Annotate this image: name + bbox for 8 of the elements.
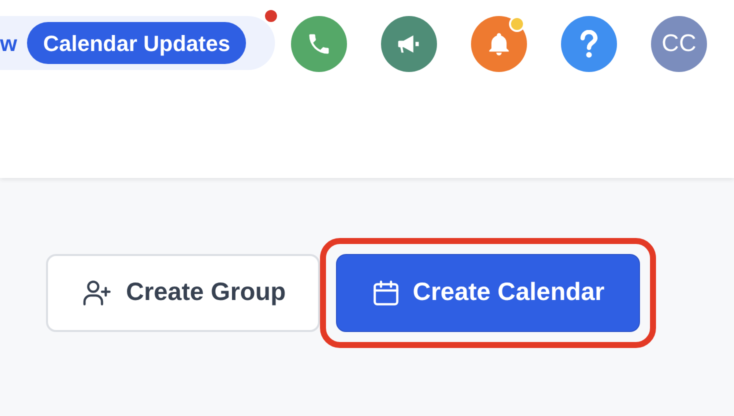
avatar-button[interactable]: CC: [651, 16, 707, 72]
announcement-pill[interactable]: w Calendar Updates: [0, 16, 275, 70]
calendar-updates-badge: Calendar Updates: [27, 22, 246, 64]
announcement-text: w: [0, 30, 18, 58]
calendar-icon: [370, 278, 401, 308]
help-icon: [578, 30, 600, 58]
create-group-button[interactable]: Create Group: [46, 254, 320, 332]
create-calendar-button[interactable]: Create Calendar: [336, 254, 640, 332]
